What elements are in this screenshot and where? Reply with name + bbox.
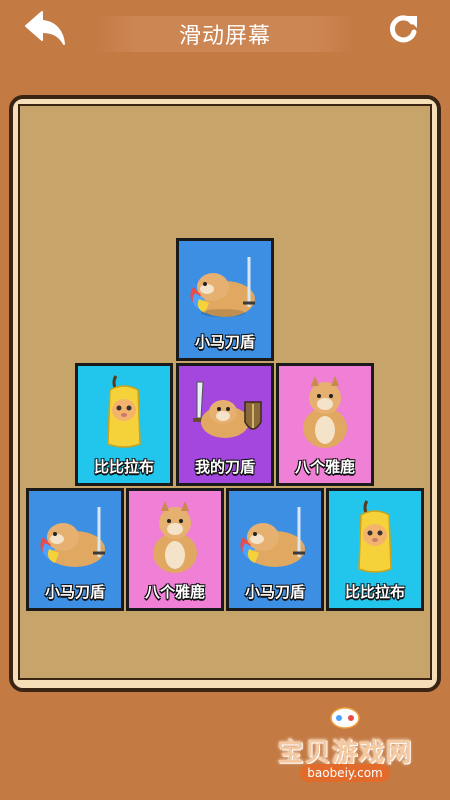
doge-pony-knight-icon (190, 257, 255, 317)
card-label: 比比拉布 (93, 458, 154, 476)
card-label: 小马刀盾 (44, 583, 105, 601)
watermark-url: baobeiy.com (300, 764, 390, 782)
card-7[interactable]: 比比拉布 (326, 488, 424, 611)
watermark: 宝贝游戏网 baobeiy.com (270, 702, 420, 792)
banana-cat-icon (358, 500, 392, 573)
card-label: 八个雅鹿 (144, 583, 205, 601)
sitting-doge-icon (303, 376, 347, 448)
card-0[interactable]: 小马刀盾 (176, 238, 274, 361)
card-5[interactable]: 八个雅鹿 (126, 488, 224, 611)
card-4[interactable]: 小马刀盾 (26, 488, 124, 611)
banana-cat-icon (107, 375, 141, 448)
page-title: 滑动屏幕 (178, 24, 271, 49)
card-1[interactable]: 比比拉布 (75, 363, 173, 486)
gamepad-logo-icon (330, 707, 360, 729)
back-arrow-icon[interactable] (22, 8, 68, 48)
card-label: 比比拉布 (344, 583, 405, 601)
card-6[interactable]: 小马刀盾 (226, 488, 324, 611)
sitting-doge-icon (153, 501, 197, 573)
card-label: 小马刀盾 (194, 333, 255, 351)
card-label: 小马刀盾 (244, 583, 305, 601)
title-bar: 滑动屏幕 (95, 16, 355, 52)
top-bar: 滑动屏幕 (0, 0, 450, 70)
card-label: 我的刀盾 (194, 458, 255, 476)
card-2[interactable]: 我的刀盾 (176, 363, 274, 486)
refresh-icon[interactable] (386, 12, 420, 46)
doge-pony-knight-icon (240, 507, 305, 567)
doge-pony-knight-icon (40, 507, 105, 567)
card-label: 八个雅鹿 (294, 458, 355, 476)
card-3[interactable]: 八个雅鹿 (276, 363, 374, 486)
doge-sword-shield-icon (193, 381, 262, 438)
